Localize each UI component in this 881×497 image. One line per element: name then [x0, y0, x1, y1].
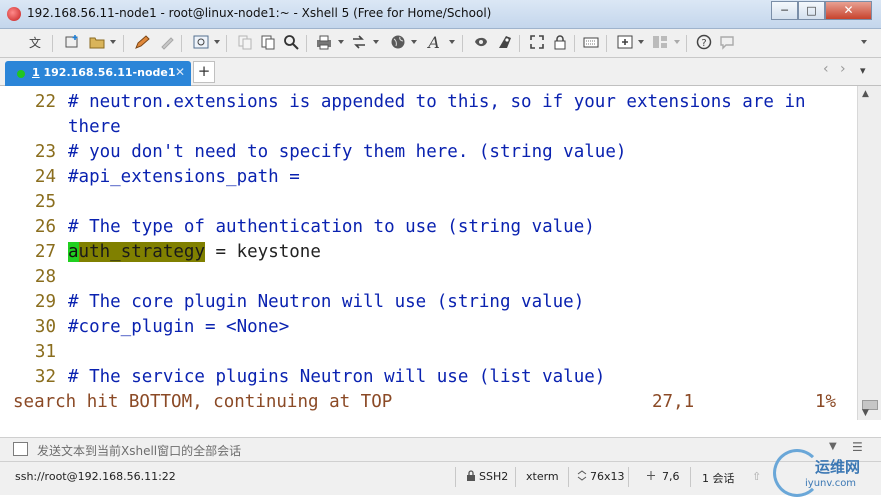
- terminal-size: 76x13: [590, 470, 625, 483]
- close-button[interactable]: ✕: [825, 1, 872, 20]
- window-size-icon: [577, 470, 587, 484]
- status-divider: [690, 467, 691, 487]
- title-bar: 192.168.56.11-node1 - root@linux-node1:~…: [0, 0, 881, 29]
- toolbar: 文 A ?: [0, 29, 881, 58]
- fullscreen-icon[interactable]: [528, 34, 546, 52]
- compose-bar[interactable]: 发送文本到当前Xshell窗口的全部会话 ▼ ☰: [0, 437, 881, 461]
- toolbar-divider: [519, 35, 520, 52]
- protocol-label: SSH2: [479, 470, 509, 483]
- copy-icon: [236, 34, 254, 52]
- cursor-position-icon: [646, 470, 656, 484]
- connection-info: ssh://root@192.168.56.11:22: [15, 470, 176, 483]
- toolbar-divider: [606, 35, 607, 52]
- toolbar-divider: [574, 35, 575, 52]
- tab-session-1[interactable]: 1 192.168.56.11-node1 ✕: [5, 61, 191, 86]
- transfer-icon[interactable]: [350, 34, 368, 52]
- chevron-down-icon[interactable]: [110, 40, 116, 44]
- globe-icon[interactable]: [389, 34, 407, 52]
- watermark-url: iyunv.com: [805, 478, 857, 489]
- properties-icon[interactable]: [192, 34, 210, 52]
- tab-label: 1 192.168.56.11-node1: [32, 66, 176, 79]
- add-pane-icon[interactable]: [616, 34, 634, 52]
- toolbar-divider: [226, 35, 227, 52]
- toolbar-divider: [462, 35, 463, 52]
- scroll-up-icon[interactable]: ▲: [862, 89, 869, 99]
- tab-bar: 1 192.168.56.11-node1 ✕ + ‹ › ▾: [0, 58, 881, 86]
- compose-dropdown-icon[interactable]: ▼: [829, 441, 837, 452]
- toolbar-divider: [686, 35, 687, 52]
- find-icon[interactable]: [282, 34, 300, 52]
- chevron-down-icon[interactable]: [338, 40, 344, 44]
- chevron-down-icon[interactable]: [411, 40, 417, 44]
- print-icon[interactable]: [315, 34, 333, 52]
- watermark-name: 运维网: [815, 458, 861, 476]
- watermark-logo-icon: [773, 449, 821, 497]
- toolbar-divider: [123, 35, 124, 52]
- new-session-icon[interactable]: [63, 34, 81, 52]
- terminal-pane[interactable]: 22 # neutron.extensions is appended to th…: [0, 86, 857, 420]
- status-divider: [455, 467, 456, 487]
- compose-menu-icon[interactable]: ☰: [852, 440, 863, 454]
- open-folder-icon[interactable]: [88, 34, 106, 52]
- status-divider: [628, 467, 629, 487]
- edit-icon[interactable]: [133, 34, 151, 52]
- text-cursor: a: [68, 242, 79, 262]
- tab-next-icon[interactable]: ›: [840, 61, 846, 77]
- terminal-type: xterm: [526, 470, 559, 483]
- chevron-down-icon: [674, 40, 680, 44]
- window-title: 192.168.56.11-node1 - root@linux-node1:~…: [27, 6, 492, 20]
- vim-cursor-position: 27,1: [652, 392, 695, 412]
- scroll-down-icon[interactable]: ▼: [862, 408, 869, 418]
- arrow-up-icon: ⇧: [752, 470, 762, 483]
- layout-icon: [651, 34, 669, 52]
- toolbar-overflow-chevron-icon[interactable]: [861, 40, 867, 44]
- compose-input[interactable]: 发送文本到当前Xshell窗口的全部会话: [37, 442, 241, 459]
- keyboard-icon[interactable]: [582, 34, 600, 52]
- vertical-scrollbar[interactable]: ▲ ▼: [857, 86, 881, 420]
- session-count: 1 会话: [702, 472, 735, 485]
- tab-close-icon[interactable]: ✕: [175, 65, 185, 79]
- xftp-icon[interactable]: [472, 34, 490, 52]
- text-encoding-icon[interactable]: 文: [26, 34, 44, 52]
- vim-status-message: search hit BOTTOM, continuing at TOP: [13, 392, 393, 412]
- chevron-down-icon[interactable]: [449, 40, 455, 44]
- chevron-down-icon[interactable]: [214, 40, 220, 44]
- pen-icon: [158, 34, 176, 52]
- status-divider: [515, 467, 516, 487]
- vim-scroll-percent: 1%: [815, 392, 837, 412]
- new-tab-button[interactable]: +: [193, 61, 215, 83]
- svg-text:?: ?: [701, 38, 706, 49]
- chat-icon: [718, 34, 736, 52]
- paste-icon[interactable]: [259, 34, 277, 52]
- compose-window-icon[interactable]: [13, 442, 28, 456]
- font-icon[interactable]: A: [425, 34, 443, 52]
- status-divider: [568, 467, 569, 487]
- xshell-app-icon[interactable]: [7, 7, 21, 21]
- chevron-down-icon[interactable]: [373, 40, 379, 44]
- cursor-position: 7,6: [662, 470, 680, 483]
- lock-icon[interactable]: [551, 34, 569, 52]
- connected-status-icon: [17, 70, 25, 78]
- lock-icon: [466, 470, 476, 484]
- minimize-button[interactable]: ─: [771, 1, 798, 20]
- search-highlight: uth_strategy: [78, 242, 205, 262]
- status-bar: ssh://root@192.168.56.11:22 SSH2 xterm 7…: [0, 449, 881, 497]
- tab-prev-icon[interactable]: ‹: [823, 61, 829, 77]
- help-icon[interactable]: ?: [695, 34, 713, 52]
- toolbar-divider: [306, 35, 307, 52]
- chevron-down-icon[interactable]: [638, 40, 644, 44]
- toolbar-divider: [52, 35, 53, 52]
- xagent-icon[interactable]: [496, 34, 514, 52]
- maximize-button[interactable]: □: [798, 1, 825, 20]
- toolbar-divider: [181, 35, 182, 52]
- tab-menu-icon[interactable]: ▾: [860, 64, 866, 77]
